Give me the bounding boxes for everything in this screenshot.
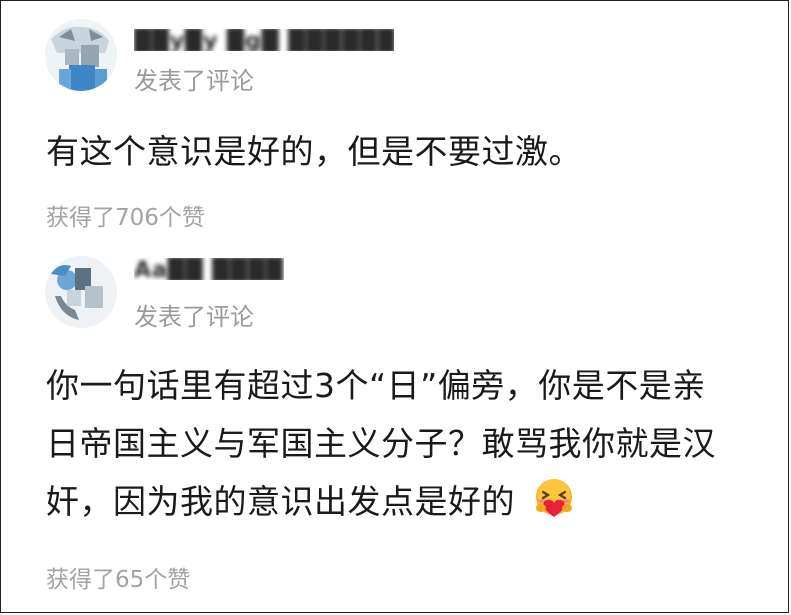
comment-action-label: 发表了评论 [134, 303, 254, 331]
comment-text-line: 有这个意识是好的，但是不要过激。 [46, 132, 582, 171]
comment-text-line: 日帝国主义与军国主义分子？敢骂我你就是汉 [46, 424, 716, 463]
comment-text: 有这个意识是好的，但是不要过激。 [46, 123, 582, 181]
comment-text-line: 奸，因为我的意识出发点是好的 [46, 482, 515, 521]
comment-text-line: 你一句话里有超过3个“日”偏旁，你是不是亲 [46, 366, 706, 405]
comment-text: 你一句话里有超过3个“日”偏旁，你是不是亲 日帝国主义与军国主义分子？敢骂我你就… [46, 357, 716, 531]
like-count[interactable]: 获得了65个赞 [46, 560, 190, 594]
comment-action-label: 发表了评论 [134, 67, 254, 95]
username-blurred[interactable]: Aa██ ████ █ l [134, 258, 284, 280]
avatar[interactable] [45, 256, 117, 328]
like-count[interactable]: 获得了706个赞 [46, 198, 205, 232]
username-blurred[interactable]: ██y█y █g█ ██████ysisie [134, 29, 394, 51]
avatar[interactable] [45, 19, 117, 91]
comment-text-line-with-emoji: 奸，因为我的意识出发点是好的 [46, 473, 716, 531]
username-text: ██y█y █g█ ██████ysisie [134, 29, 394, 51]
username-text: Aa██ ████ █ l [134, 258, 284, 280]
screenshot-frame: ██y█y █g█ ██████ysisie 发表了评论 有这个意识是好的，但是… [0, 0, 789, 613]
hugging-heart-emoji-icon [532, 477, 576, 521]
